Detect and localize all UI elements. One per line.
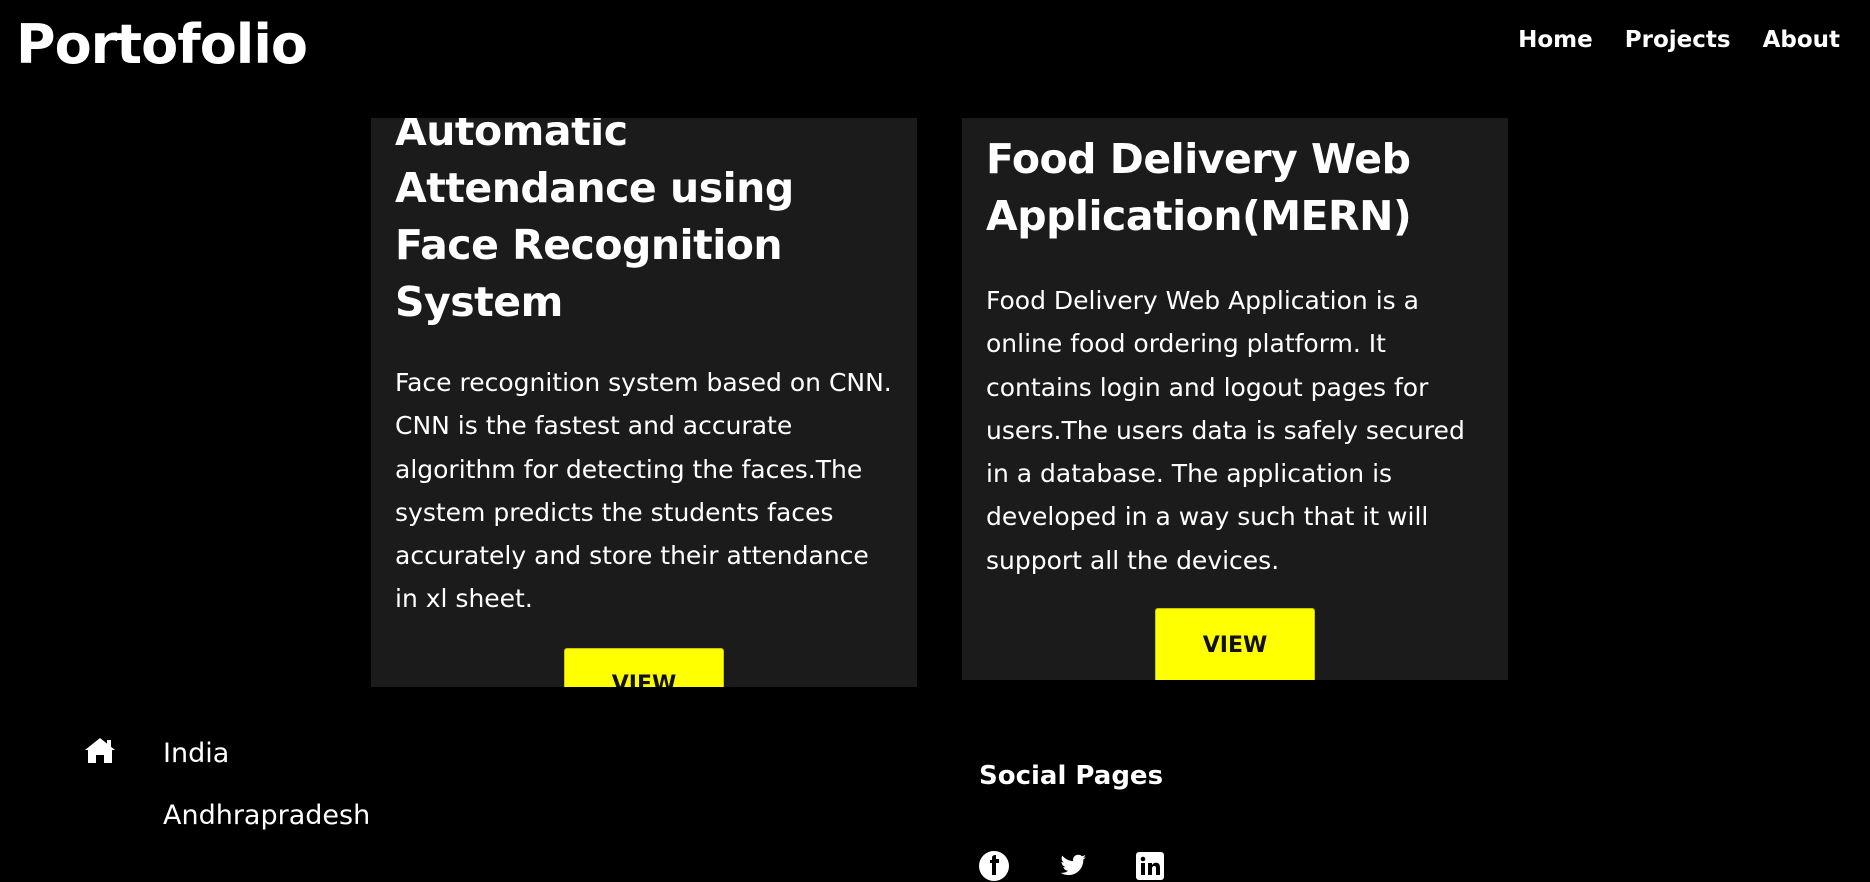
project-description: Face recognition system based on CNN. CN…	[395, 368, 892, 614]
project-title: Food Delivery Web Application(MERN)	[986, 135, 1412, 240]
main-nav: Home Projects About	[1518, 20, 1840, 60]
brand-logo: Portofolio	[16, 13, 308, 76]
home-icon	[85, 738, 115, 763]
nav-home[interactable]: Home	[1518, 20, 1593, 60]
project-description: Food Delivery Web Application is a onlin…	[986, 286, 1465, 575]
project-card-food-delivery: Food Delivery Web Application(MERN) Food…	[962, 118, 1508, 680]
location-state: Andhrapradesh	[163, 800, 371, 831]
project-title: Automatic Attendance using Face Recognit…	[395, 118, 794, 326]
linkedin-icon[interactable]	[1134, 850, 1166, 882]
nav-projects[interactable]: Projects	[1625, 20, 1731, 60]
location-country: India	[163, 738, 230, 769]
view-button[interactable]: VIEW	[564, 647, 724, 687]
project-card-attendance: Automatic Attendance using Face Recognit…	[371, 118, 917, 687]
facebook-icon[interactable]	[978, 850, 1010, 882]
nav-about[interactable]: About	[1763, 20, 1840, 60]
view-button[interactable]: VIEW	[1155, 608, 1315, 680]
social-pages-heading: Social Pages	[979, 761, 1164, 791]
twitter-icon[interactable]	[1056, 850, 1088, 882]
